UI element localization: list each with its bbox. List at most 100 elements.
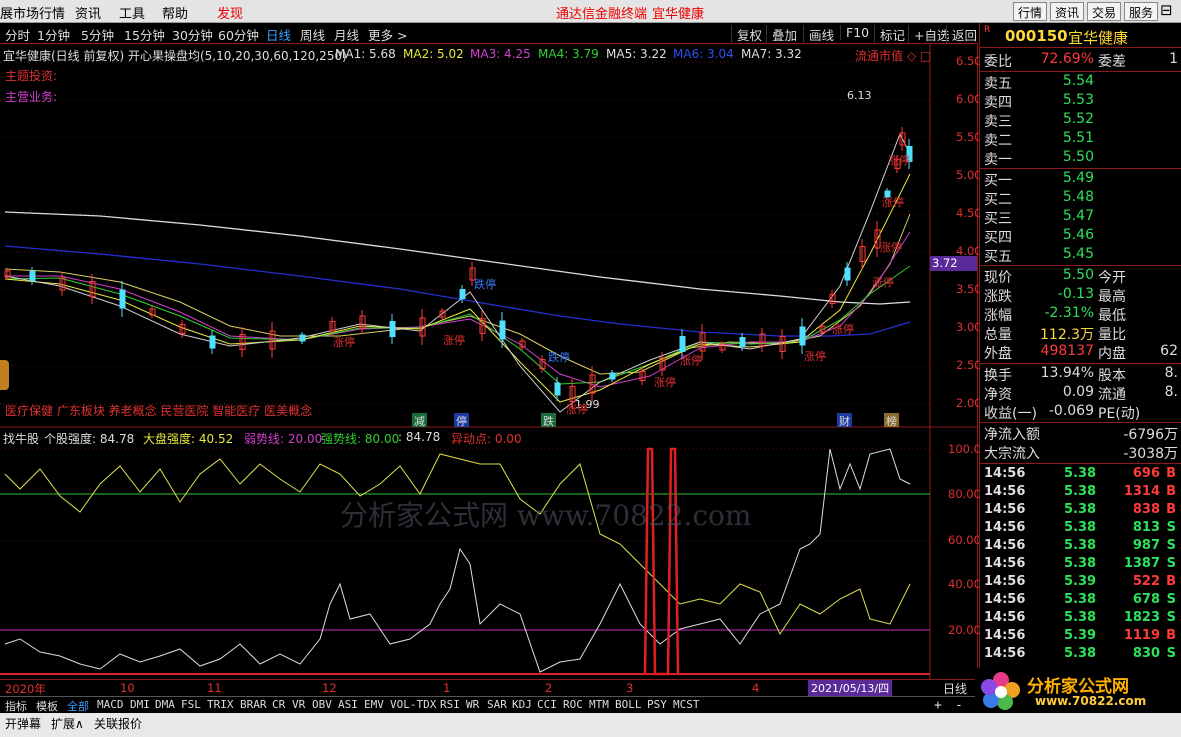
back-button[interactable]: 返回 <box>946 25 977 44</box>
ask-row-1[interactable]: 卖一 5.50 <box>980 149 1181 168</box>
tab-psy[interactable]: PSY <box>647 698 667 711</box>
tab-fsl[interactable]: FSL <box>181 698 201 711</box>
tab-mcst[interactable]: MCST <box>673 698 700 711</box>
chart-area[interactable]: 宜华健康(日线 前复权) 开心果操盘均(5,10,20,30,60,120,25… <box>0 43 982 681</box>
tab-dmi[interactable]: DMI <box>130 698 150 711</box>
bid-row-2[interactable]: 买二 5.48 <box>980 189 1181 208</box>
ask-row-2[interactable]: 卖二 5.51 <box>980 130 1181 149</box>
period-tab-active[interactable]: 日线 <box>266 25 291 44</box>
tab-all[interactable]: 全部 <box>67 698 89 714</box>
rzrq-flag: R <box>984 25 991 35</box>
f10-button[interactable]: F10 <box>840 25 869 40</box>
period-tab[interactable]: 60分钟 <box>218 25 259 44</box>
indicator-name[interactable]: 找牛股 <box>3 430 39 447</box>
side-expand-handle[interactable] <box>0 360 9 390</box>
period-tab[interactable]: 15分钟 <box>124 25 165 44</box>
period-more[interactable]: 更多 > <box>368 25 407 44</box>
order-ratio-value: 72.69% <box>1040 51 1094 67</box>
top-menu-bar: 展市场行情 资讯 工具 帮助 发现 通达信金融终端 宜华健康 行情 资讯 交易 … <box>0 0 1181 23</box>
limit-up-tag: 涨停 <box>882 196 904 209</box>
main-business-label: 主营业务: <box>5 90 58 104</box>
tick-row: 14:56 5.39 1119 B <box>984 628 1176 643</box>
event-marker[interactable]: 榜 <box>884 413 899 428</box>
zoom-in-icon[interactable]: + <box>934 698 942 713</box>
event-marker[interactable]: 减 <box>412 413 427 428</box>
period-tab[interactable]: 30分钟 <box>172 25 213 44</box>
tab-mtm[interactable]: MTM <box>589 698 609 711</box>
tab-kdj[interactable]: KDJ <box>512 698 532 711</box>
tab-dma[interactable]: DMA <box>155 698 175 711</box>
tick-row: 14:56 5.38 678 S <box>984 592 1176 607</box>
service-button[interactable]: 服务 <box>1124 2 1159 21</box>
tab-sar[interactable]: SAR <box>487 698 507 711</box>
period-tab[interactable]: 5分钟 <box>81 25 114 44</box>
news-button[interactable]: 资讯 <box>1050 2 1085 21</box>
order-diff-label: 委差 <box>1098 54 1126 70</box>
tab-template[interactable]: 模板 <box>36 698 58 714</box>
menu-discover[interactable]: 发现 <box>217 3 243 22</box>
bid-row-3[interactable]: 买三 5.47 <box>980 208 1181 227</box>
tab-brar[interactable]: BRAR <box>240 698 267 711</box>
expand-button[interactable]: 扩展∧ <box>51 715 84 732</box>
price-tick: 6.00 <box>956 92 982 106</box>
tab-rsi[interactable]: RSI <box>440 698 460 711</box>
tick-row: 14:56 5.38 838 B <box>984 502 1176 517</box>
menu-help[interactable]: 帮助 <box>162 3 188 22</box>
menu-tools[interactable]: 工具 <box>119 3 145 22</box>
event-marker[interactable]: 停 <box>454 413 469 428</box>
menu-market[interactable]: 展市场行情 <box>0 3 65 22</box>
date-tick: 11 <box>207 681 222 695</box>
ask-row-5[interactable]: 卖五 5.54 <box>980 73 1181 92</box>
tab-trix[interactable]: TRIX <box>207 698 234 711</box>
order-diff-value: 1 <box>1169 51 1178 67</box>
ask-row-3[interactable]: 卖三 5.52 <box>980 111 1181 130</box>
event-marker[interactable]: 财 <box>837 413 852 428</box>
indicator-abnormal: 异动点: 0.00 <box>451 432 522 446</box>
tab-cr[interactable]: CR <box>272 698 285 711</box>
add-favorite-button[interactable]: +自选 <box>908 25 949 44</box>
tab-emv[interactable]: EMV <box>364 698 384 711</box>
date-tick: 2020年 <box>5 682 46 696</box>
period-label: 日线 <box>943 682 968 696</box>
tick-row: 14:56 5.38 813 S <box>984 520 1176 535</box>
event-marker[interactable]: 跌 <box>541 413 556 428</box>
overlay-button[interactable]: 叠加 <box>766 25 797 44</box>
menu-news[interactable]: 资讯 <box>75 3 101 22</box>
period-bar: 分时 1分钟 5分钟 15分钟 30分钟 60分钟 日线 周线 月线 更多 > … <box>0 23 978 44</box>
float-market-value[interactable]: 流通市值 ◇ □ <box>855 47 931 64</box>
candle <box>679 336 686 352</box>
fuquan-button[interactable]: 复权 <box>731 25 762 44</box>
ask-row-4[interactable]: 卖四 5.53 <box>980 92 1181 111</box>
ma5-value: MA5: 3.22 <box>606 47 667 61</box>
ind-tick: 100.0 <box>948 442 981 456</box>
tab-asi[interactable]: ASI <box>338 698 358 711</box>
period-tab[interactable]: 分时 <box>5 25 30 44</box>
concept-tags: 医疗保健 广东板块 养老概念 民营医院 智能医疗 医美概念 <box>5 404 313 418</box>
tab-vol-tdx[interactable]: VOL-TDX <box>390 698 436 711</box>
tab-boll[interactable]: BOLL <box>615 698 642 711</box>
tick-row: 14:56 5.38 830 S <box>984 646 1176 661</box>
minimize-icon[interactable]: ⊟ <box>1160 1 1173 19</box>
tab-obv[interactable]: OBV <box>312 698 332 711</box>
tab-vr[interactable]: VR <box>292 698 305 711</box>
quote-row: 收益(一) -0.069 PE(动) <box>984 403 1141 422</box>
tab-wr[interactable]: WR <box>466 698 479 711</box>
related-quote-button[interactable]: 关联报价 <box>94 715 142 732</box>
draw-button[interactable]: 画线 <box>803 25 834 44</box>
zoom-out-icon[interactable]: - <box>955 698 963 713</box>
trade-button[interactable]: 交易 <box>1087 2 1122 21</box>
tab-cci[interactable]: CCI <box>537 698 557 711</box>
bid-row-4[interactable]: 买四 5.46 <box>980 227 1181 246</box>
danmu-button[interactable]: 开弹幕 <box>5 715 41 732</box>
period-tab[interactable]: 周线 <box>300 25 325 44</box>
period-tab[interactable]: 1分钟 <box>37 25 70 44</box>
mark-button[interactable]: 标记 <box>874 25 905 44</box>
tab-roc[interactable]: ROC <box>563 698 583 711</box>
quote-button[interactable]: 行情 <box>1013 2 1048 21</box>
period-tab[interactable]: 月线 <box>334 25 359 44</box>
bid-row-5[interactable]: 买五 5.45 <box>980 246 1181 265</box>
bid-row-1[interactable]: 买一 5.49 <box>980 170 1181 189</box>
tab-indicator[interactable]: 指标 <box>5 698 27 714</box>
ind-tick: 40.00 <box>948 577 981 591</box>
tab-macd[interactable]: MACD <box>97 698 124 711</box>
